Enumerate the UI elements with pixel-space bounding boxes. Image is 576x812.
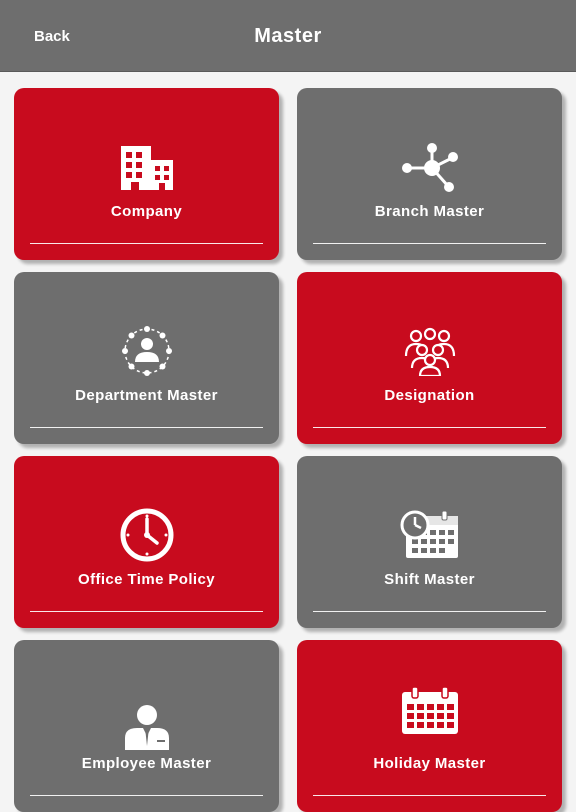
network-icon (297, 140, 562, 194)
tile-divider (30, 243, 263, 244)
tile-divider (30, 795, 263, 796)
department-master-tile[interactable]: Department Master (14, 272, 279, 444)
clock-icon (14, 508, 279, 562)
employee-icon (14, 700, 279, 754)
tile-label: Branch Master (374, 203, 485, 220)
tile-label: Company (110, 203, 183, 220)
calendar-icon (297, 684, 562, 738)
tile-label: Employee Master (81, 755, 212, 772)
department-network-icon (14, 324, 279, 378)
tile-divider (30, 427, 263, 428)
tile-divider (313, 427, 546, 428)
holiday-master-tile[interactable]: Holiday Master (297, 640, 562, 812)
tile-label: Designation (384, 387, 475, 404)
tile-divider (313, 795, 546, 796)
tile-divider (313, 243, 546, 244)
tile-divider (30, 611, 263, 612)
page-title: Master (254, 25, 322, 47)
people-group-icon (297, 324, 562, 378)
tile-label: Shift Master (384, 571, 475, 588)
building-icon (14, 140, 279, 194)
tile-label: Office Time Policy (78, 571, 215, 588)
office-time-policy-tile[interactable]: Office Time Policy (14, 456, 279, 628)
branch-master-tile[interactable]: Branch Master (297, 88, 562, 260)
company-tile[interactable]: Company (14, 88, 279, 260)
tile-label: Holiday Master (373, 755, 486, 772)
shift-master-tile[interactable]: Shift Master (297, 456, 562, 628)
calendar-clock-icon (297, 508, 562, 562)
top-bar: Back Master (0, 0, 576, 72)
designation-tile[interactable]: Designation (297, 272, 562, 444)
master-tile-grid: Company Branch Master Department Master … (0, 71, 576, 812)
tile-label: Department Master (75, 387, 218, 404)
tile-divider (313, 611, 546, 612)
employee-master-tile[interactable]: Employee Master (14, 640, 279, 812)
